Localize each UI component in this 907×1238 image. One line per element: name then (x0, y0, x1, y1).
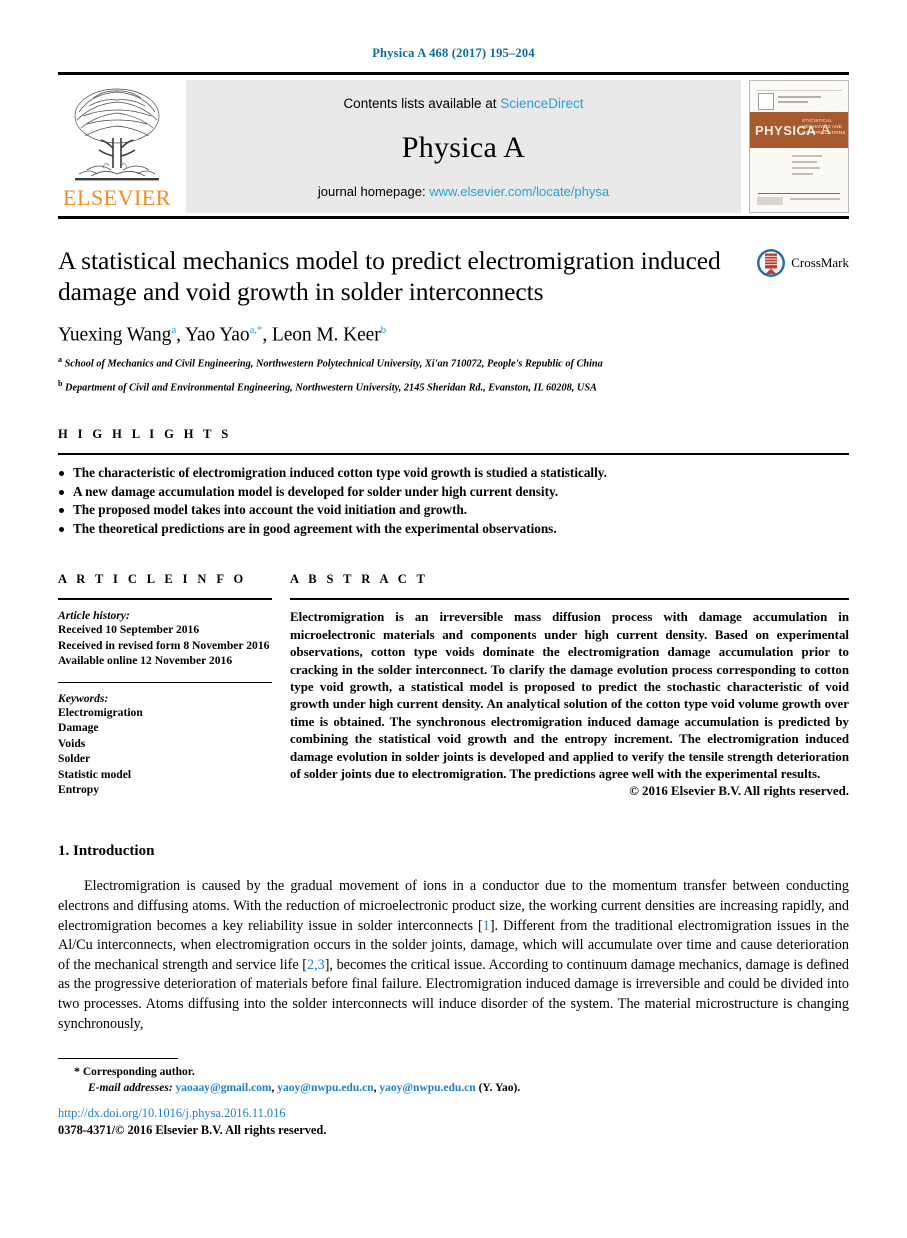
crossmark-icon (757, 249, 786, 277)
section-heading-introduction: 1. Introduction (58, 843, 155, 860)
cover-header-lines (778, 96, 840, 105)
info-abstract-row: A R T I C L E I N F O Article history: R… (58, 572, 849, 799)
corresponding-author-text: Corresponding author. (82, 1066, 195, 1078)
cover-subtitle: STATISTICAL MECHANICS AND ITS APPLICATIO… (802, 118, 846, 135)
doi-block: http://dx.doi.org/10.1016/j.physa.2016.1… (58, 1106, 326, 1138)
elsevier-tree-icon (74, 88, 160, 181)
elsevier-wordmark: ELSEVIER (63, 185, 171, 210)
article-info-rule (58, 598, 272, 601)
masthead-top-rule (58, 72, 849, 75)
abstract-section: A B S T R A C T Electromigration is an i… (290, 572, 849, 799)
journal-band: Contents lists available at ScienceDirec… (186, 80, 741, 213)
citation-link[interactable]: 2,3 (307, 957, 325, 973)
title-column: A statistical mechanics model to predict… (58, 245, 756, 307)
author-list: Yuexing Wanga, Yao Yaoa,*, Leon M. Keerb (58, 324, 387, 346)
highlight-item: The theoretical predictions are in good … (58, 520, 849, 539)
article-history-item: Received 10 September 2016 (58, 623, 200, 637)
journal-title: Physica A (401, 130, 526, 164)
highlights-rule (58, 453, 849, 456)
article-info-section: A R T I C L E I N F O Article history: R… (58, 572, 290, 799)
page-title: A statistical mechanics model to predict… (58, 246, 721, 306)
crossmark-badge[interactable]: CrossMark (756, 245, 849, 278)
email-line: E-mail addresses: yaoaay@gmail.com, yaoy… (58, 1081, 758, 1097)
article-page: Physica A 468 (2017) 195–204 ELSEVIER Co… (0, 0, 907, 1238)
homepage-link[interactable]: www.elsevier.com/locate/physa (429, 184, 609, 199)
abstract-text: Electromigration is an irreversible mass… (290, 610, 849, 781)
issn-copyright-line: 0378-4371/© 2016 Elsevier B.V. All right… (58, 1123, 327, 1137)
footnote-rule (58, 1058, 178, 1059)
contents-prefix: Contents lists available at (343, 96, 501, 111)
cover-mid-lines (792, 155, 840, 179)
homepage-line: journal homepage: www.elsevier.com/locat… (318, 184, 609, 199)
cover-divider (758, 193, 840, 194)
cover-footer-line (790, 198, 840, 200)
elsevier-logo[interactable]: ELSEVIER (58, 80, 176, 213)
highlights-list: The characteristic of electromigration i… (58, 464, 849, 538)
cover-footer-mark (757, 197, 783, 205)
affiliation-a: a School of Mechanics and Civil Engineer… (58, 353, 849, 371)
abstract-copyright: © 2016 Elsevier B.V. All rights reserved… (629, 784, 849, 799)
cover-elsevier-mark-icon (758, 93, 774, 110)
affiliation-a-marker: a (58, 354, 62, 364)
cover-top-rule (756, 90, 842, 91)
highlight-item: The proposed model takes into account th… (58, 501, 849, 520)
affiliation-b-marker: b (58, 378, 63, 388)
abstract-label: A B S T R A C T (290, 572, 429, 587)
introduction-paragraph: Electromigration is caused by the gradua… (58, 877, 849, 1034)
journal-masthead: ELSEVIER Contents lists available at Sci… (58, 80, 849, 213)
email-link[interactable]: yaoy@nwpu.edu.cn (379, 1082, 475, 1094)
doi-link[interactable]: http://dx.doi.org/10.1016/j.physa.2016.1… (58, 1106, 326, 1121)
affiliation-b: b Department of Civil and Environmental … (58, 377, 849, 395)
article-info-label: A R T I C L E I N F O (58, 572, 247, 587)
footnote-block: * Corresponding author. E-mail addresses… (58, 1064, 758, 1096)
abstract-rule (290, 598, 849, 601)
homepage-prefix: journal homepage: (317, 184, 430, 199)
masthead-bottom-rule (58, 216, 849, 219)
email-suffix: (Y. Yao). (478, 1081, 521, 1094)
title-row: A statistical mechanics model to predict… (58, 245, 849, 307)
article-info-divider (58, 681, 272, 683)
highlights-section: H I G H L I G H T S The characteristic o… (58, 427, 849, 538)
article-history-label: Article history: (58, 609, 130, 623)
citation-link[interactable]: 1 (483, 918, 490, 934)
keyword-item: Electromigration (58, 705, 143, 719)
highlight-item: The characteristic of electromigration i… (58, 464, 849, 483)
crossmark-label: CrossMark (791, 255, 849, 270)
keyword-item: Statistic model (58, 767, 132, 781)
email-link[interactable]: yaoy@nwpu.edu.cn (277, 1082, 373, 1094)
highlight-item: A new damage accumulation model is devel… (58, 483, 849, 502)
affiliation-b-text: Department of Civil and Environmental En… (65, 382, 597, 394)
keyword-item: Entropy (58, 783, 100, 797)
article-history-item: Received in revised form 8 November 2016 (58, 638, 270, 652)
keywords-label: Keywords: (58, 691, 109, 705)
affiliation-a-text: School of Mechanics and Civil Engineerin… (64, 357, 603, 369)
cover-header-bits (758, 93, 840, 110)
email-label: E-mail addresses: (88, 1081, 173, 1094)
running-head: Physica A 468 (2017) 195–204 (372, 46, 535, 60)
highlights-label: H I G H L I G H T S (58, 427, 232, 442)
contents-line: Contents lists available at ScienceDirec… (343, 96, 583, 111)
email-link[interactable]: yaoaay@gmail.com (176, 1082, 272, 1094)
keyword-item: Voids (58, 736, 86, 750)
sciencedirect-link[interactable]: ScienceDirect (500, 96, 583, 111)
keyword-item: Damage (58, 721, 99, 735)
article-history-item: Available online 12 November 2016 (58, 654, 233, 668)
corresponding-author-marker: * (74, 1064, 80, 1078)
corresponding-author-line: * Corresponding author. (58, 1064, 758, 1081)
journal-cover-thumbnail[interactable]: PHYSICA A STATISTICAL MECHANICS AND ITS … (749, 80, 849, 213)
keyword-item: Solder (58, 752, 91, 766)
